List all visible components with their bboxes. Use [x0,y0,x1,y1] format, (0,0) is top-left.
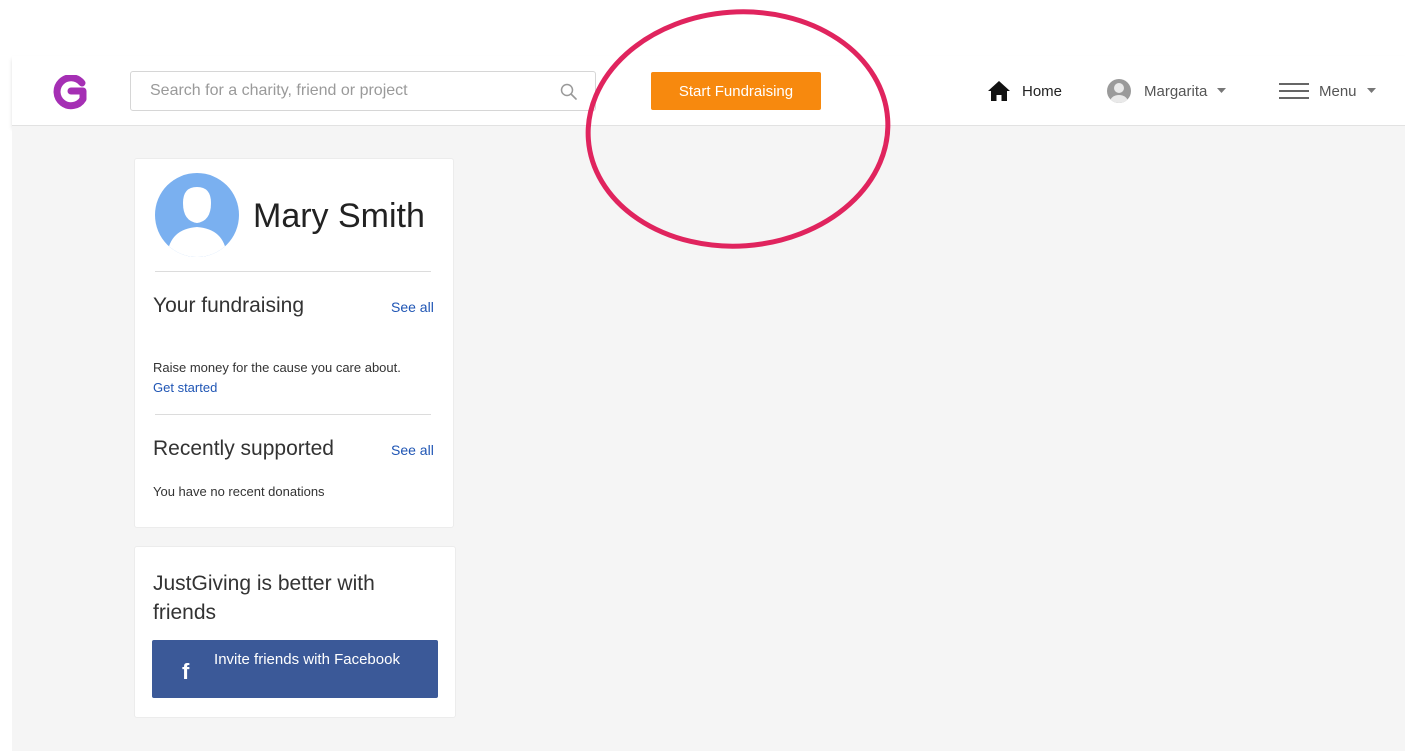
cropped-glyph-icon [540,0,600,19]
divider [155,271,431,272]
profile-name: Mary Smith [253,197,425,235]
nav-menu-dropdown[interactable]: Menu [1279,78,1376,104]
justgiving-logo-icon[interactable] [52,75,88,111]
nav-home-link[interactable]: Home [987,78,1062,104]
facebook-icon: f [182,659,190,684]
invite-friends-card: JustGiving is better with friends f Invi… [134,546,456,718]
fundraising-see-all-link[interactable]: See all [391,299,434,315]
user-avatar-icon [1107,79,1131,103]
nav-home-label: Home [1022,82,1063,100]
page: Start Fundraising Home Margarita [0,0,1405,751]
search-icon[interactable] [560,83,577,100]
search-input[interactable] [131,72,551,110]
divider [155,414,431,415]
cropped-heading-fragment [540,0,600,28]
recent-see-all-link[interactable]: See all [391,442,434,458]
home-icon [988,81,1010,101]
search-box [130,71,596,111]
invite-facebook-button[interactable]: f Invite friends with Facebook [152,640,438,698]
profile-avatar[interactable] [155,173,239,257]
your-fundraising-title: Your fundraising [153,294,304,317]
nav-user-dropdown[interactable]: Margarita [1106,78,1227,104]
fundraising-description: Raise money for the cause you care about… [153,360,401,375]
friends-card-title: JustGiving is better with friends [153,572,375,624]
no-recent-donations-text: You have no recent donations [153,484,325,499]
chevron-down-icon [1217,88,1227,93]
get-started-link[interactable]: Get started [153,380,217,395]
invite-facebook-label: Invite friends with Facebook [214,651,400,668]
start-fundraising-button[interactable]: Start Fundraising [651,72,821,110]
chevron-down-icon [1366,88,1376,93]
hamburger-icon [1279,83,1309,99]
nav-user-label: Margarita [1144,82,1208,100]
recently-supported-title: Recently supported [153,437,334,460]
top-navbar: Start Fundraising Home Margarita [12,56,1405,126]
profile-card: Mary Smith Your fundraising See all Rais… [134,158,454,528]
nav-menu-label: Menu [1319,82,1357,100]
